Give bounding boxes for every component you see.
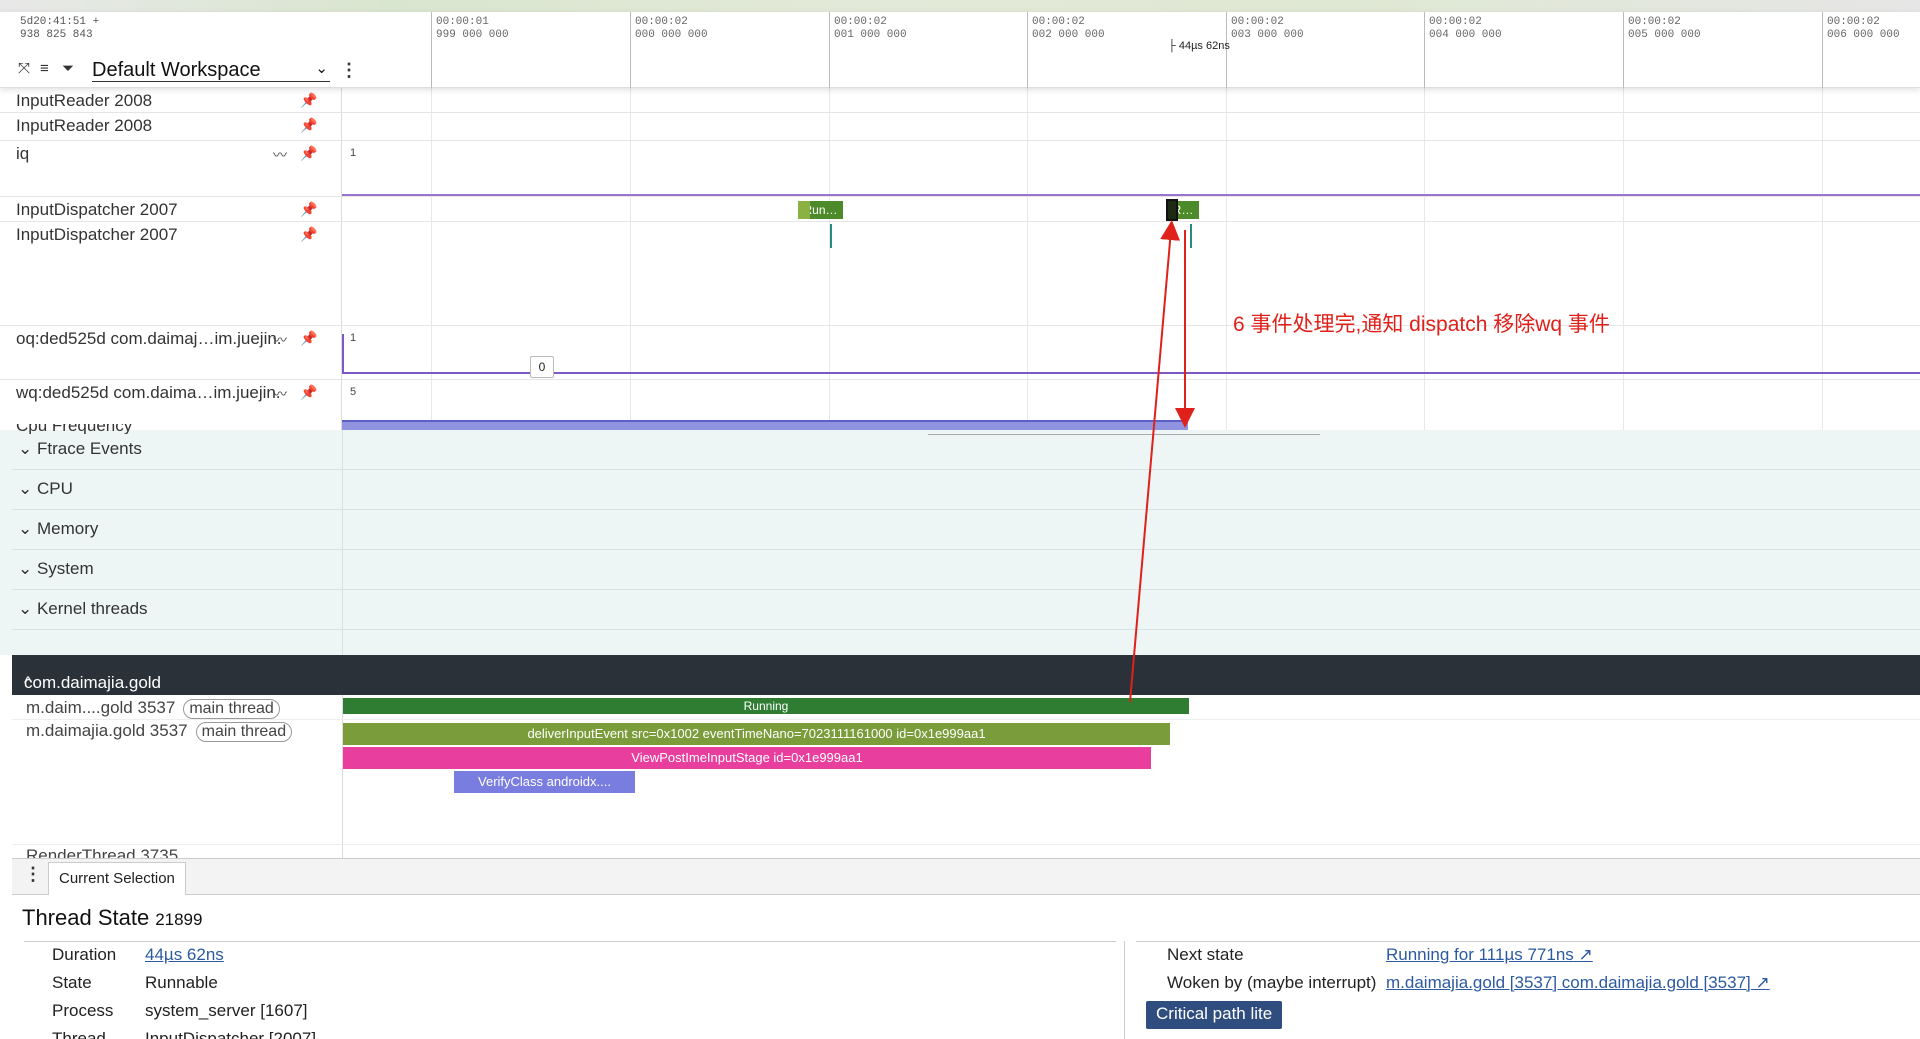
time-tick: 00:00:02 004 000 000 xyxy=(1424,12,1502,88)
time-tick: 00:00:02 000 000 000 xyxy=(630,12,708,88)
time-tick: 00:00:01 999 000 000 xyxy=(431,12,509,88)
time-tick: 00:00:02 006 000 000 xyxy=(1822,12,1900,88)
thread-value: InputDispatcher [2007] xyxy=(145,1029,317,1039)
woken-by-key: Woken by (maybe interrupt) xyxy=(1167,973,1377,992)
time-tick: 00:00:02 001 000 000 xyxy=(829,12,907,88)
filter-icon[interactable]: ⏷ xyxy=(62,60,74,77)
state-key: State xyxy=(52,973,92,992)
next-state-key: Next state xyxy=(1167,945,1244,964)
sort-icon[interactable]: ≡ xyxy=(40,60,49,77)
time-tick: 00:00:02 002 000 000 xyxy=(1027,12,1105,88)
panel-title: Thread State 21899 xyxy=(22,905,203,930)
critical-path-lite-button[interactable]: Critical path lite xyxy=(1146,1001,1283,1029)
timeline-header: 5d20:41:51 + 938 825 843 ⤧ ≡ ⏷ Default W… xyxy=(0,12,1920,88)
panel-tabs: ⋮ Current Selection xyxy=(12,859,1920,895)
collapse-all-icon[interactable]: ⤧ xyxy=(18,60,30,77)
tab-current-selection[interactable]: Current Selection xyxy=(48,862,186,895)
process-value: system_server [1607] xyxy=(145,1001,308,1020)
chevron-down-icon: ⌄ xyxy=(315,60,328,77)
details-panel: ⋮ Current Selection Thread State 21899 Du… xyxy=(12,858,1920,1039)
panel-menu-icon[interactable]: ⋮ xyxy=(24,864,42,885)
selection-duration-marker: ├ 44µs 62ns xyxy=(1168,40,1230,52)
state-value: Runnable xyxy=(145,973,218,992)
woken-by-link[interactable]: m.daimajia.gold [3537] com.daimajia.gold… xyxy=(1386,973,1770,993)
annotation-text: 6 事件处理完,通知 dispatch 移除wq 事件 xyxy=(1233,313,1610,336)
time-tick: 00:00:02 005 000 000 xyxy=(1623,12,1701,88)
process-key: Process xyxy=(52,1001,114,1020)
next-state-link[interactable]: Running for 111µs 771ns ↗ xyxy=(1386,945,1593,965)
duration-key: Duration xyxy=(52,945,117,964)
trace-start-time: 5d20:41:51 + 938 825 843 xyxy=(20,16,100,41)
perfetto-ui: { "header": { "trace_start_line1": "5d20… xyxy=(0,0,1920,1039)
annotation-arrow-up xyxy=(1129,220,1181,703)
thread-key: Thread xyxy=(52,1029,106,1039)
more-options-icon[interactable]: ⋮ xyxy=(340,60,358,81)
workspace-row: ⤧ ≡ ⏷ Default Workspace ⌄ ⋮ xyxy=(18,58,358,84)
workspace-select[interactable]: Default Workspace ⌄ xyxy=(92,58,330,82)
duration-link[interactable]: 44µs 62ns xyxy=(145,945,224,965)
